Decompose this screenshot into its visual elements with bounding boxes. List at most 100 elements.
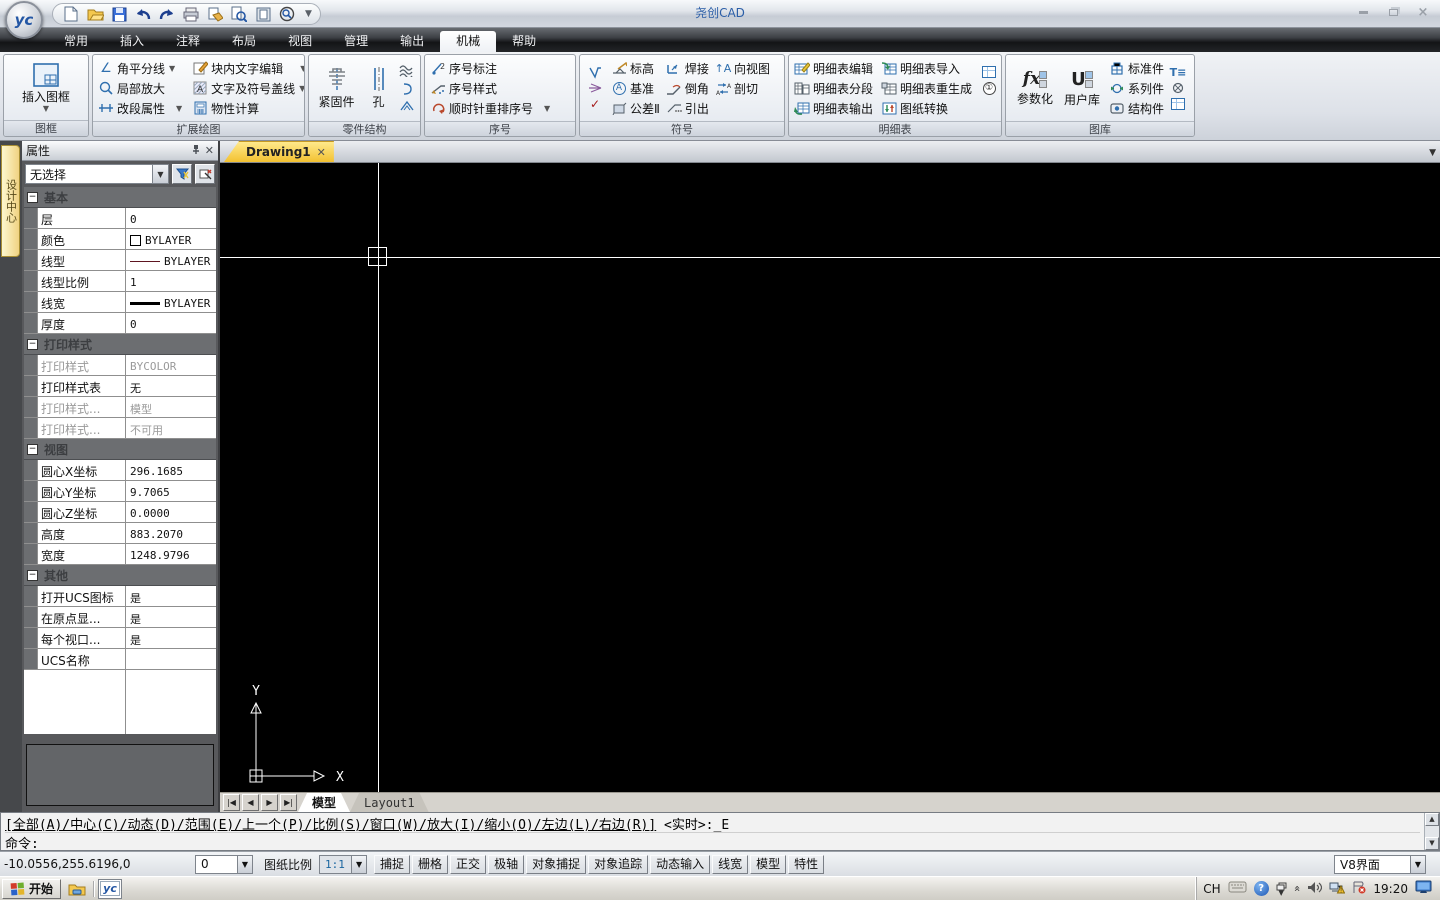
status-toggle-1[interactable]: 栅格: [412, 854, 449, 874]
property-row[interactable]: 厚度 0: [24, 313, 216, 334]
bom-split-button[interactable]: 明细表分段: [792, 78, 875, 98]
property-row[interactable]: 线型比例 1: [24, 271, 216, 292]
profile-icon[interactable]: [398, 97, 416, 113]
property-value[interactable]: 不可用: [126, 418, 216, 438]
property-value[interactable]: 是: [126, 607, 216, 627]
scroll-down-icon[interactable]: ▼: [1425, 837, 1439, 850]
property-row[interactable]: 线型 BYLAYER: [24, 250, 216, 271]
start-button[interactable]: 开始: [2, 878, 62, 899]
preview-icon[interactable]: [253, 5, 273, 23]
ribbon-tab-5[interactable]: 管理: [328, 31, 384, 52]
properties-title-bar[interactable]: 属性 ✕: [22, 141, 218, 161]
section-button[interactable]: A A 剖切: [713, 78, 772, 98]
structure-parts-button[interactable]: 结构件: [1107, 98, 1166, 118]
ribbon-tab-3[interactable]: 布局: [216, 31, 272, 52]
user-library-button[interactable]: U 用户库: [1060, 57, 1104, 119]
property-row[interactable]: 圆心Y坐标 9.7065: [24, 481, 216, 502]
scroll-up-icon[interactable]: ▲: [1425, 813, 1439, 826]
seq-mark-button[interactable]: 2 序号标注: [428, 58, 552, 78]
bom-import-button[interactable]: 明细表导入: [879, 58, 974, 78]
datum-button[interactable]: A 基准: [609, 78, 662, 98]
property-row[interactable]: 打印样式 BYCOLOR: [24, 355, 216, 376]
property-value[interactable]: 296.1685: [126, 460, 216, 480]
property-row[interactable]: 每个视口... 是: [24, 628, 216, 649]
property-row[interactable]: 打印样式表无: [24, 376, 216, 397]
yc-app-taskbar-button[interactable]: yc: [98, 878, 123, 899]
roughness-icon[interactable]: [586, 64, 604, 80]
property-value[interactable]: [126, 649, 216, 669]
standard-parts-button[interactable]: 标准件: [1107, 58, 1166, 78]
detail-view-button[interactable]: 局部放大: [96, 78, 184, 98]
property-value[interactable]: BYLAYER: [126, 250, 216, 270]
property-value[interactable]: BYLAYER: [126, 229, 216, 249]
layer-dropdown[interactable]: 0 ▼: [195, 854, 253, 874]
tray-clock[interactable]: 19:20: [1373, 882, 1408, 896]
property-calc-button[interactable]: 物性计算: [190, 98, 304, 118]
sync-error-flag-icon[interactable]: [1352, 881, 1366, 897]
property-row[interactable]: UCS名称: [24, 649, 216, 670]
status-toggle-2[interactable]: 正交: [450, 854, 487, 874]
property-row[interactable]: 打开UCS图标是: [24, 586, 216, 607]
status-toggle-4[interactable]: 对象捕捉: [526, 854, 587, 874]
hidden-icons-chevron[interactable]: «: [1291, 885, 1304, 892]
elevation-button[interactable]: 标高: [609, 58, 662, 78]
status-toggle-8[interactable]: 模型: [750, 854, 787, 874]
first-tab-button[interactable]: |◀: [223, 794, 240, 811]
save-icon[interactable]: [109, 5, 129, 23]
language-indicator[interactable]: CH: [1203, 882, 1220, 896]
property-value[interactable]: 1248.9796: [126, 544, 216, 564]
property-value[interactable]: 是: [126, 628, 216, 648]
property-section-header[interactable]: − 其他: [24, 565, 216, 586]
text-coverline-button[interactable]: A 文字及符号盖线 ▼: [190, 78, 304, 98]
segment-property-button[interactable]: 改段属性 ▼: [96, 98, 184, 118]
status-toggle-6[interactable]: 动态输入: [650, 854, 711, 874]
bom-regen-button[interactable]: 明细表重生成: [879, 78, 974, 98]
parametric-button[interactable]: fx 参数化: [1013, 57, 1057, 119]
ribbon-tab-8[interactable]: 帮助: [496, 31, 552, 52]
leader-button[interactable]: 引出: [664, 98, 711, 118]
property-row[interactable]: 打印样式... 模型: [24, 397, 216, 418]
property-row[interactable]: 圆心X坐标 296.1685: [24, 460, 216, 481]
property-row[interactable]: 圆心Z坐标 0.0000: [24, 502, 216, 523]
collapse-icon[interactable]: −: [27, 443, 38, 455]
layout1-tab[interactable]: Layout1: [350, 793, 429, 812]
ribbon-tab-7[interactable]: 机械: [440, 31, 497, 52]
property-value[interactable]: BYLAYER: [126, 292, 216, 312]
help-tray-icon[interactable]: ?: [1253, 881, 1269, 896]
property-row[interactable]: 在原点显... 是: [24, 607, 216, 628]
block-text-edit-button[interactable]: 块内文字编辑▼: [190, 58, 304, 78]
property-row[interactable]: 打印样式... 不可用: [24, 418, 216, 439]
command-scrollbar[interactable]: ▲ ▼: [1424, 813, 1439, 850]
grid-table-icon[interactable]: [980, 64, 998, 80]
property-value[interactable]: 1: [126, 271, 216, 291]
collapse-icon[interactable]: −: [27, 191, 38, 203]
network-warning-icon[interactable]: !: [1329, 881, 1346, 897]
bom-edit-button[interactable]: 明细表编辑: [792, 58, 875, 78]
chamfer-button[interactable]: 倒角: [664, 78, 711, 98]
balloon-number-icon[interactable]: ①: [980, 80, 998, 96]
ui-scheme-dropdown[interactable]: V8界面 ▼: [1334, 854, 1426, 874]
command-prompt-line[interactable]: 命令:: [5, 833, 1420, 852]
ribbon-tab-0[interactable]: 常用: [48, 31, 104, 52]
toggle-pickadd-button[interactable]: [195, 164, 215, 184]
zoom-icon[interactable]: [277, 5, 297, 23]
collapse-icon[interactable]: −: [27, 569, 38, 581]
property-value[interactable]: 模型: [126, 397, 216, 417]
close-button[interactable]: ×: [1412, 5, 1434, 20]
undo-icon[interactable]: [133, 5, 153, 23]
status-toggle-3[interactable]: 极轴: [488, 854, 525, 874]
drawing-canvas[interactable]: Y X: [220, 163, 1440, 792]
keyboard-icon[interactable]: [1228, 881, 1247, 896]
status-toggle-7[interactable]: 线宽: [712, 854, 749, 874]
property-row[interactable]: 颜色 BYLAYER: [24, 229, 216, 250]
command-window[interactable]: [全部(A)/中心(C)/动态(D)/范围(E)/上一个(P)/比例(S)/窗口…: [0, 812, 1440, 852]
hook-icon[interactable]: [398, 80, 416, 96]
property-value[interactable]: 9.7065: [126, 481, 216, 501]
new-file-icon[interactable]: [61, 5, 81, 23]
find-icon[interactable]: [229, 5, 249, 23]
selection-dropdown[interactable]: 无选择 ▼: [25, 164, 169, 184]
next-tab-button[interactable]: ▶: [261, 794, 278, 811]
ribbon-tab-2[interactable]: 注释: [160, 31, 216, 52]
close-tab-icon[interactable]: ✕: [317, 146, 326, 159]
weld-button[interactable]: 焊接: [664, 58, 711, 78]
